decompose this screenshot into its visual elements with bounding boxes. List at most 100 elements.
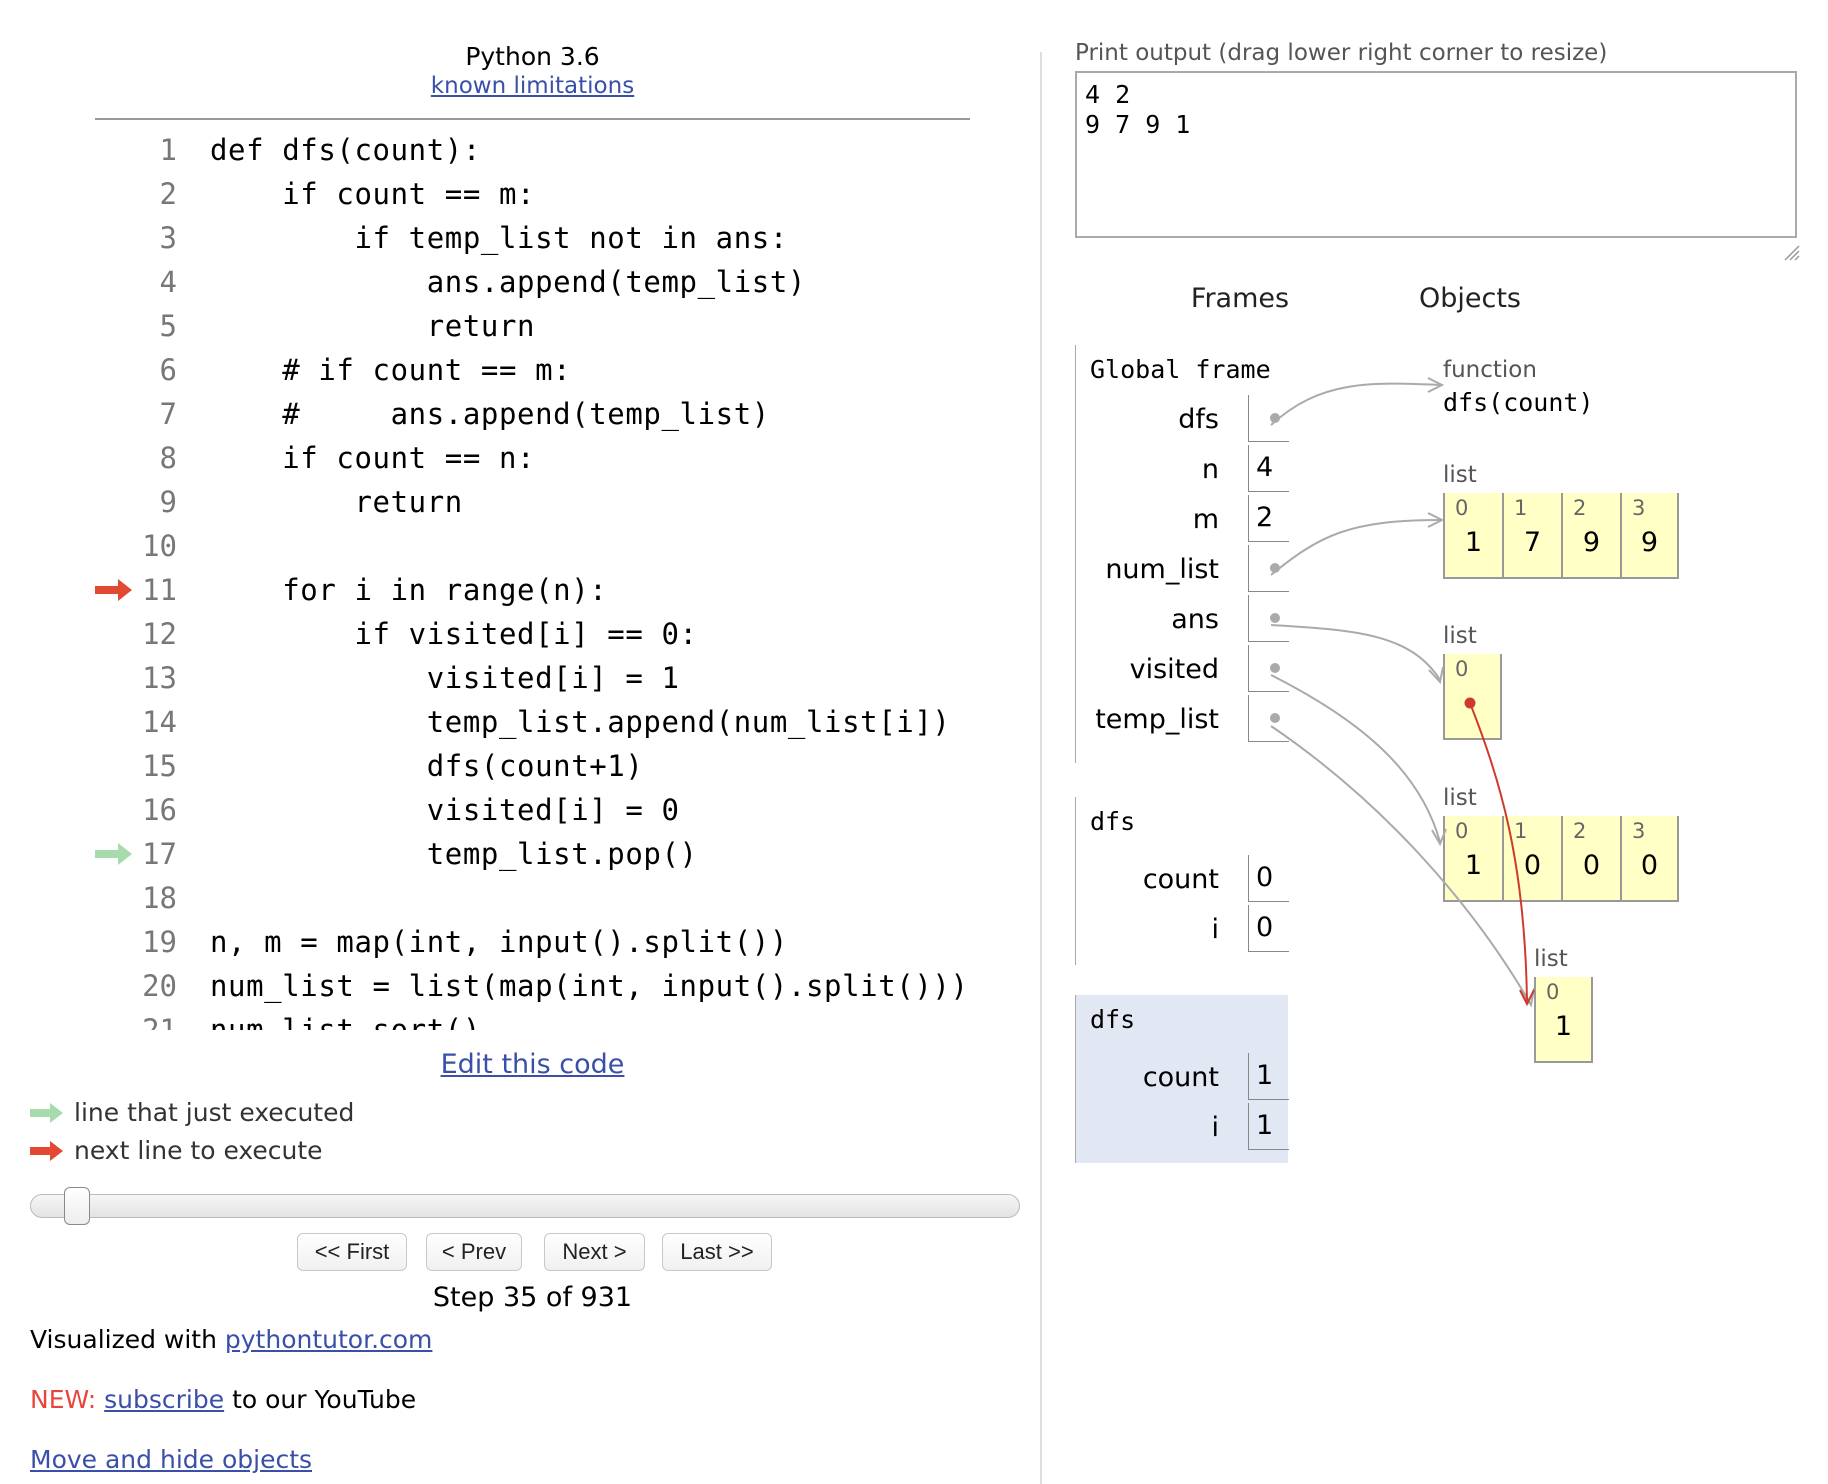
print-output-box[interactable]: 4 2 9 7 9 1 xyxy=(1075,71,1797,238)
line-arrow-slot xyxy=(95,754,135,778)
line-number: 2 xyxy=(159,177,177,211)
var-value: 1 xyxy=(1248,1053,1289,1100)
code-line[interactable]: 3 if temp_list not in ans: xyxy=(95,216,970,260)
code-line[interactable]: 14 temp_list.append(num_list[i]) xyxy=(95,700,970,744)
language-title: Python 3.6 xyxy=(465,42,600,71)
code-text: visited[i] = 1 xyxy=(210,661,680,695)
list-value: 1 xyxy=(1464,850,1483,881)
var-row-ans: ans xyxy=(1076,595,1289,645)
list-cell: 01 xyxy=(1534,977,1593,1063)
move-hide-objects-link[interactable]: Move and hide objects xyxy=(30,1445,312,1474)
code-line[interactable]: 21 num_list.sort() xyxy=(95,1008,970,1030)
code-text: temp_list.pop() xyxy=(210,837,698,871)
last-button[interactable]: Last >> xyxy=(662,1233,772,1271)
ans-list-object: 0 xyxy=(1443,654,1502,740)
code-text: return xyxy=(210,309,536,343)
code-text: dfs(count+1) xyxy=(210,749,644,783)
code-text: if count == n: xyxy=(210,441,536,475)
code-line[interactable]: 15 dfs(count+1) xyxy=(95,744,970,788)
list-cell: 20 xyxy=(1561,816,1620,902)
var-name: count xyxy=(1142,864,1219,895)
code-line[interactable]: 2 if count == m: xyxy=(95,172,970,216)
visualized-with: Visualized with pythontutor.com xyxy=(30,1325,432,1354)
list-value: 1 xyxy=(1554,1011,1573,1042)
code-text: if temp_list not in ans: xyxy=(210,221,788,255)
code-line[interactable]: 7 # ans.append(temp_list) xyxy=(95,392,970,436)
var-name: i xyxy=(1211,1112,1219,1143)
known-limitations-link[interactable]: known limitations xyxy=(431,73,634,99)
line-arrow-slot xyxy=(95,314,135,338)
code-text: def dfs(count): xyxy=(210,133,481,167)
code-line[interactable]: 17 temp_list.pop() xyxy=(95,832,970,876)
var-row-visited: visited xyxy=(1076,645,1289,695)
var-name: num_list xyxy=(1105,554,1219,585)
code-line[interactable]: 13 visited[i] = 1 xyxy=(95,656,970,700)
pointer-dot xyxy=(1270,663,1280,673)
resize-grip-icon[interactable] xyxy=(1782,243,1800,261)
step-slider-track[interactable] xyxy=(30,1194,1020,1218)
line-number: 13 xyxy=(142,661,177,695)
line-number: 12 xyxy=(142,617,177,651)
var-row-count: count 0 xyxy=(1076,855,1289,905)
line-number: 9 xyxy=(159,485,177,519)
var-pointer-cell xyxy=(1248,545,1289,592)
pythontutor-link[interactable]: pythontutor.com xyxy=(225,1325,433,1354)
line-arrow-slot xyxy=(95,182,135,206)
num-list-object: 01172939 xyxy=(1443,493,1679,579)
temp-list-type-label: list xyxy=(1534,946,1568,972)
list-cell: 17 xyxy=(1502,493,1561,579)
list-cell: 0 xyxy=(1443,654,1502,740)
next-button[interactable]: Next > xyxy=(544,1233,645,1271)
green-arrow-icon xyxy=(30,1101,64,1130)
pointer-arrow-ans xyxy=(1270,624,1441,681)
step-slider-handle[interactable] xyxy=(63,1187,90,1225)
list-value: 0 xyxy=(1523,850,1542,881)
code-line[interactable]: 18 xyxy=(95,876,970,920)
var-row-n: n 4 xyxy=(1076,445,1289,495)
ans-type-label: list xyxy=(1443,623,1477,649)
code-line[interactable]: 16 visited[i] = 0 xyxy=(95,788,970,832)
known-limitations-link-wrap: known limitations xyxy=(95,73,970,99)
var-value: 4 xyxy=(1248,445,1289,492)
line-arrow-slot xyxy=(95,886,135,910)
pointer-arrow-dfs xyxy=(1270,382,1441,426)
code-text: return xyxy=(210,485,463,519)
list-value: 0 xyxy=(1640,850,1659,881)
temp-list-object: 01 xyxy=(1534,977,1593,1063)
var-row-m: m 2 xyxy=(1076,495,1289,545)
code-line[interactable]: 1 def dfs(count): xyxy=(95,128,970,172)
var-value: 0 xyxy=(1248,855,1289,902)
list-value: 1 xyxy=(1464,527,1483,558)
var-name: m xyxy=(1192,504,1219,535)
edit-code-link[interactable]: Edit this code xyxy=(441,1049,625,1080)
code-line[interactable]: 12 if visited[i] == 0: xyxy=(95,612,970,656)
frame-title: dfs xyxy=(1090,1005,1136,1034)
code-line[interactable]: 5 return xyxy=(95,304,970,348)
var-row-num-list: num_list xyxy=(1076,545,1289,595)
list-value: 0 xyxy=(1582,850,1601,881)
list-value: 7 xyxy=(1523,527,1542,558)
line-arrow-slot xyxy=(95,710,135,734)
subscribe-link[interactable]: subscribe xyxy=(104,1385,224,1414)
red-arrow-icon xyxy=(30,1139,64,1168)
list-index: 2 xyxy=(1573,819,1587,843)
code-line[interactable]: 19 n, m = map(int, input().split()) xyxy=(95,920,970,964)
line-number: 10 xyxy=(142,529,177,563)
code-line[interactable]: 20 num_list = list(map(int, input().split… xyxy=(95,964,970,1008)
code-line[interactable]: 9 return xyxy=(95,480,970,524)
code-line[interactable]: 8 if count == n: xyxy=(95,436,970,480)
code-line[interactable]: 6 # if count == m: xyxy=(95,348,970,392)
num-list-type-label: list xyxy=(1443,462,1477,488)
first-button[interactable]: << First xyxy=(297,1233,407,1271)
code-line[interactable]: 4 ans.append(temp_list) xyxy=(95,260,970,304)
list-index: 2 xyxy=(1573,496,1587,520)
frame-title: dfs xyxy=(1090,807,1136,836)
code-line[interactable]: 10 xyxy=(95,524,970,568)
var-name: ans xyxy=(1171,604,1219,635)
prev-button[interactable]: < Prev xyxy=(426,1233,522,1271)
function-type-label: function xyxy=(1443,357,1537,383)
print-output-label: Print output (drag lower right corner to… xyxy=(1075,40,1608,66)
code-line[interactable]: 11 for i in range(n): xyxy=(95,568,970,612)
code-text: num_list.sort() xyxy=(210,1013,481,1030)
line-arrow-slot xyxy=(95,798,135,822)
